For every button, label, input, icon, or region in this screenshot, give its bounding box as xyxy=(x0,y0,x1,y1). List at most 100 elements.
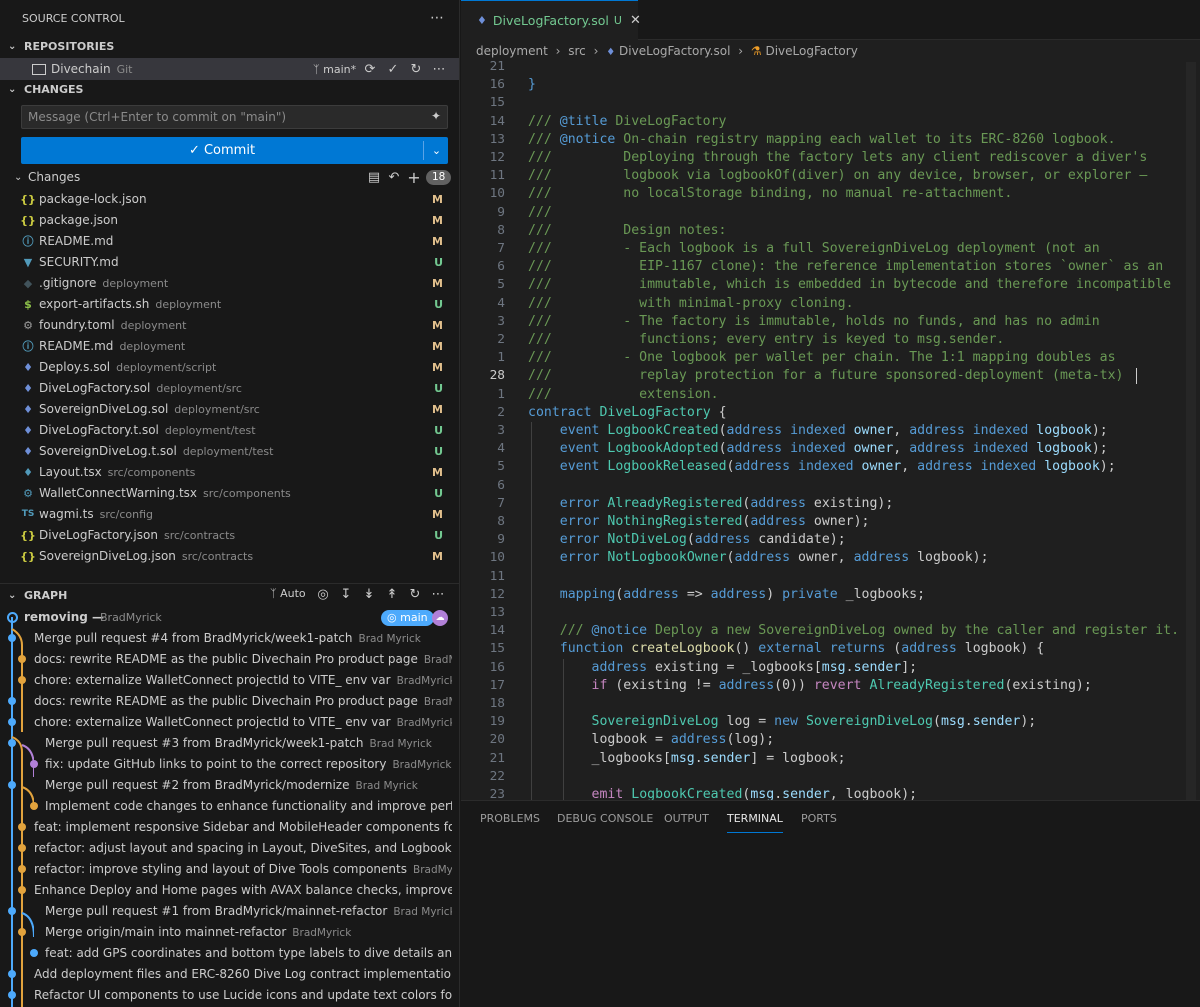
panel-tab-problems[interactable]: PROBLEMS xyxy=(480,811,540,833)
line-text: } xyxy=(528,77,536,93)
changes-header[interactable]: ⌄ CHANGES xyxy=(0,79,459,101)
graph-commit-row[interactable]: Add deployment files and ERC-8260 Dive L… xyxy=(0,964,452,985)
changed-file-item[interactable]: {} package.json M xyxy=(0,210,459,231)
fetch-icon[interactable]: ↧ xyxy=(336,587,356,602)
repository-row[interactable]: Divechain Git ᛉ main* ⟳ ✓ ↻ ⋯ xyxy=(0,58,459,80)
changed-file-item[interactable]: ⚙ foundry.toml deployment M xyxy=(0,315,459,336)
changed-file-item[interactable]: ♦ SovereignDiveLog.t.sol deployment/test U xyxy=(0,441,459,462)
graph-auto-filter[interactable]: ᛉ Auto xyxy=(270,587,306,600)
breadcrumb-item[interactable]: DiveLogFactory.sol xyxy=(619,44,730,58)
code-line: 4 /// with minimal-proxy cloning. xyxy=(461,295,1200,313)
changed-file-item[interactable]: ♦ Deploy.s.sol deployment/script M xyxy=(0,357,459,378)
changed-file-item[interactable]: ⓘ README.md deployment M xyxy=(0,336,459,357)
commit-dropdown-icon[interactable]: ⌄ xyxy=(425,137,448,164)
line-number: 9 xyxy=(497,204,505,220)
changed-file-item[interactable]: ♦ SovereignDiveLog.sol deployment/src M xyxy=(0,399,459,420)
changed-file-item[interactable]: ⓘ README.md M xyxy=(0,231,459,252)
more-actions-icon[interactable]: ⋯ xyxy=(430,10,444,26)
commit-message: feat: add GPS coordinates and bottom typ… xyxy=(45,946,452,960)
refresh-icon[interactable]: ↻ xyxy=(406,62,426,77)
graph-commit-row[interactable]: Merge pull request #2 from BradMyrick/mo… xyxy=(0,775,452,796)
graph-commit-row[interactable]: feat: add GPS coordinates and bottom typ… xyxy=(0,943,452,964)
changed-file-item[interactable]: TS wagmi.ts src/config M xyxy=(0,504,459,525)
graph-more-icon[interactable]: ⋯ xyxy=(428,587,448,602)
commit-node-icon xyxy=(8,718,16,726)
graph-head-row[interactable]: removing — BradMyrick ◎ main ☁ xyxy=(0,607,452,628)
changed-file-item[interactable]: ♦ DiveLogFactory.t.sol deployment/test U xyxy=(0,420,459,441)
changed-file-item[interactable]: ♦ DiveLogFactory.sol deployment/src U xyxy=(0,378,459,399)
file-status: M xyxy=(432,277,443,290)
graph-commit-row[interactable]: docs: rewrite README as the public Divec… xyxy=(0,649,452,670)
panel-tab-ports[interactable]: PORTS xyxy=(801,811,837,833)
graph-label: GRAPH xyxy=(24,589,68,602)
commit-button[interactable]: ✓ Commit ⌄ xyxy=(21,137,448,164)
editor-area: ♦ DiveLogFactory.sol U ✕ deployment › sr… xyxy=(461,0,1200,800)
graph-commit-row[interactable]: refactor: adjust layout and spacing in L… xyxy=(0,838,452,859)
graph-commit-row[interactable]: Merge pull request #3 from BradMyrick/we… xyxy=(0,733,452,754)
changed-file-item[interactable]: ▼ SECURITY.md U xyxy=(0,252,459,273)
line-text: /// replay protection for a future spons… xyxy=(528,368,1124,384)
editor-scrollbar[interactable] xyxy=(1186,62,1196,800)
changes-group-header[interactable]: ⌄ Changes ▤ ↶ + 18 xyxy=(14,167,454,188)
breadcrumb-item[interactable]: deployment xyxy=(476,44,548,58)
check-icon[interactable]: ✓ xyxy=(383,62,403,77)
repo-more-icon[interactable]: ⋯ xyxy=(429,62,449,77)
line-number: 21 xyxy=(489,750,505,766)
panel-tab-debug-console[interactable]: DEBUG CONSOLE xyxy=(557,811,653,833)
code-line: 20 logbook = address(log); xyxy=(461,731,1200,749)
changed-file-item[interactable]: {} DiveLogFactory.json src/contracts U xyxy=(0,525,459,546)
sparkle-icon[interactable]: ✦ xyxy=(431,109,441,123)
changed-file-item[interactable]: {} SovereignDiveLog.json src/contracts M xyxy=(0,546,459,567)
commit-message: Merge pull request #4 from BradMyrick/we… xyxy=(34,631,353,645)
graph-commit-row[interactable]: Merge pull request #1 from BradMyrick/ma… xyxy=(0,901,452,922)
file-dir: deployment xyxy=(102,277,169,290)
file-type-icon: ⓘ xyxy=(22,340,34,353)
graph-commit-row[interactable]: chore: externalize WalletConnect project… xyxy=(0,670,452,691)
tab-status: U xyxy=(613,14,622,27)
changed-file-item[interactable]: ⚙ WalletConnectWarning.tsx src/components U xyxy=(0,483,459,504)
file-name: SovereignDiveLog.t.sol xyxy=(39,444,177,458)
graph-commit-row[interactable]: docs: rewrite README as the public Divec… xyxy=(0,691,452,712)
changed-file-item[interactable]: $ export-artifacts.sh deployment U xyxy=(0,294,459,315)
changed-file-item[interactable]: ♦ Layout.tsx src/components M xyxy=(0,462,459,483)
breadcrumb-item[interactable]: DiveLogFactory xyxy=(765,44,857,58)
panel-tab-output[interactable]: OUTPUT xyxy=(664,811,709,833)
sync-icon[interactable]: ⟳ xyxy=(360,62,380,77)
head-author: BradMyrick xyxy=(100,611,162,624)
commit-message-input[interactable]: Message (Ctrl+Enter to commit on "main")… xyxy=(21,105,448,129)
code-line: 2 /// functions; every entry is keyed to … xyxy=(461,331,1200,349)
code-line: 12 mapping(address => address) private _… xyxy=(461,586,1200,604)
graph-commit-row[interactable]: chore: externalize WalletConnect project… xyxy=(0,712,452,733)
line-text: /// - The factory is immutable, holds no… xyxy=(528,313,1100,329)
graph-commit-row[interactable]: Enhance Deploy and Home pages with AVAX … xyxy=(0,880,452,901)
push-icon[interactable]: ↟ xyxy=(382,587,402,602)
branch-indicator[interactable]: ᛉ main* xyxy=(313,63,356,76)
graph-commit-row[interactable]: fix: update GitHub links to point to the… xyxy=(0,754,452,775)
repositories-header[interactable]: ⌄ REPOSITORIES xyxy=(0,36,459,58)
refresh-icon[interactable]: ↻ xyxy=(405,587,425,602)
breadcrumb-item[interactable]: src xyxy=(568,44,586,58)
graph-commit-row[interactable]: refactor: improve styling and layout of … xyxy=(0,859,452,880)
target-icon[interactable]: ◎ xyxy=(313,587,333,602)
code-line: 15 function createLogbook() external ret… xyxy=(461,640,1200,658)
file-status: M xyxy=(432,466,443,479)
commit-message: Implement code changes to enhance functi… xyxy=(45,799,452,813)
changed-file-item[interactable]: {} package-lock.json M xyxy=(0,189,459,210)
close-icon[interactable]: ✕ xyxy=(630,13,641,28)
tab-divelogfactory[interactable]: ♦ DiveLogFactory.sol U ✕ xyxy=(461,0,641,40)
stage-all-icon[interactable]: + xyxy=(404,167,424,188)
code-line: 5 /// immutable, which is embedded in byt… xyxy=(461,276,1200,294)
changed-file-item[interactable]: ◆ .gitignore deployment M xyxy=(0,273,459,294)
commit-message: feat: implement responsive Sidebar and M… xyxy=(34,820,452,834)
graph-commit-row[interactable]: Implement code changes to enhance functi… xyxy=(0,796,452,817)
discard-icon[interactable]: ↶ xyxy=(384,167,404,188)
open-file-icon[interactable]: ▤ xyxy=(364,167,384,188)
panel-tab-terminal[interactable]: TERMINAL xyxy=(727,811,783,833)
check-icon: ✓ xyxy=(188,143,200,158)
graph-commit-row[interactable]: feat: implement responsive Sidebar and M… xyxy=(0,817,452,838)
graph-commit-row[interactable]: Refactor UI components to use Lucide ico… xyxy=(0,985,452,1006)
graph-commit-row[interactable]: Merge origin/main into mainnet-refactor B… xyxy=(0,922,452,943)
commit-message: Refactor UI components to use Lucide ico… xyxy=(34,988,452,1002)
graph-commit-row[interactable]: Merge pull request #4 from BradMyrick/we… xyxy=(0,628,452,649)
pull-icon[interactable]: ↡ xyxy=(359,587,379,602)
